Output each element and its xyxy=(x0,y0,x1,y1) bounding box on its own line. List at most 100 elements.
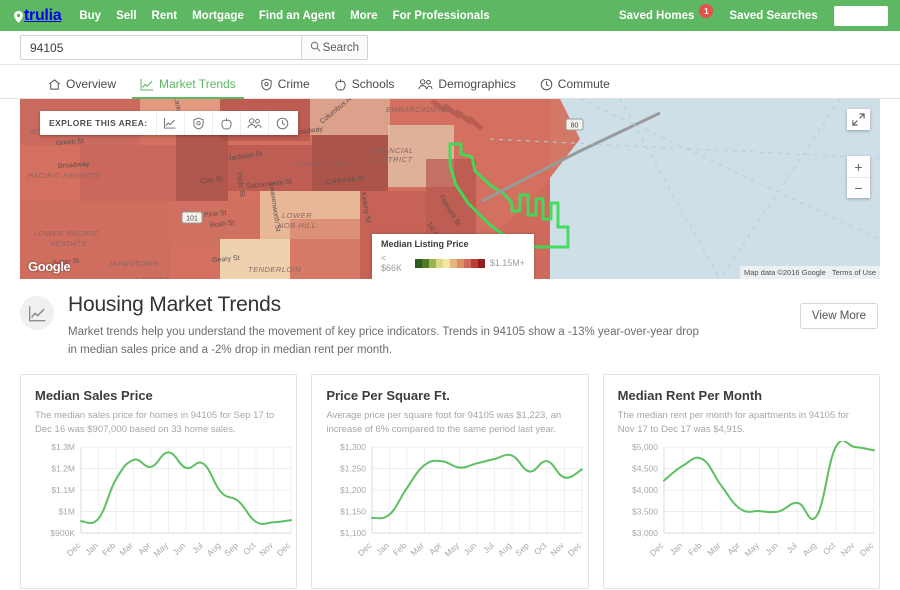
x-axis-tick-label: Sep xyxy=(222,540,240,558)
tab-schools[interactable]: Schools xyxy=(322,77,407,98)
tab-crime-label: Crime xyxy=(277,77,310,91)
map-neighborhood-label: TENDERLOIN xyxy=(248,265,302,274)
nav-link-for-professionals[interactable]: For Professionals xyxy=(393,10,490,22)
explore-demographics-button[interactable] xyxy=(239,111,268,135)
card-description: The median rent per month for apartments… xyxy=(617,409,849,435)
search-input[interactable] xyxy=(21,36,301,59)
x-axis-tick-label: Dec xyxy=(647,540,665,558)
nav-link-find-an-agent[interactable]: Find an Agent xyxy=(259,10,335,22)
chart-line-icon xyxy=(20,296,54,330)
map-neighborhood-label: FINANCIAL xyxy=(370,146,414,155)
y-axis-tick-label: $1,150 xyxy=(340,507,366,517)
y-axis-tick-label: $1,100 xyxy=(340,528,366,538)
x-axis-tick-label: Jun xyxy=(763,540,780,557)
legend-swatch-5 xyxy=(449,258,457,268)
nav-link-rent[interactable]: Rent xyxy=(152,10,178,22)
y-axis-tick-label: $1.1M xyxy=(51,485,75,495)
tab-overview-label: Overview xyxy=(66,77,117,91)
housing-section-body: Housing Market Trends Market trends help… xyxy=(68,293,880,360)
market-trends-map[interactable]: 101 80 Union StGreen StBroadwayBroadwayJ… xyxy=(20,99,880,279)
legend-scale: < $66K $1.15M+ xyxy=(381,253,525,273)
search-button[interactable]: Search xyxy=(300,36,367,59)
legend-swatch-8 xyxy=(470,258,478,268)
x-axis-tick-label: Sep xyxy=(513,540,531,558)
saved-searches-link[interactable]: Saved Searches xyxy=(729,10,817,22)
clock-icon xyxy=(540,78,553,91)
svg-text:101: 101 xyxy=(186,216,198,223)
card-median-rent-per-month: Median Rent Per Month The median rent pe… xyxy=(602,373,880,589)
map-neighborhood-label: CHINATOWN xyxy=(296,159,347,168)
expand-arrows-icon[interactable] xyxy=(847,109,870,130)
nav-link-more[interactable]: More xyxy=(350,10,377,22)
trulia-logo[interactable]: trulia xyxy=(14,6,62,25)
map-zoom-controls: + − xyxy=(847,156,870,198)
x-axis-tick-label: Jun xyxy=(171,540,188,557)
x-axis-tick-label: Apr xyxy=(136,540,153,557)
x-axis-tick-label: Oct xyxy=(241,540,258,557)
tab-schools-label: Schools xyxy=(351,77,395,91)
x-axis-tick-label: Dec xyxy=(356,540,374,558)
map-neighborhood-label: EMBARCADERO xyxy=(386,105,451,114)
tab-commute-label: Commute xyxy=(557,77,610,91)
page-title: Housing Market Trends xyxy=(68,293,281,316)
map-pin-icon xyxy=(14,10,23,23)
y-axis-tick-label: $1,200 xyxy=(340,485,366,495)
tab-crime[interactable]: Crime xyxy=(248,77,322,98)
tab-market-trends-label: Market Trends xyxy=(159,77,236,91)
chart-median-rent-per-month[interactable]: $3,000 $3,500 $4,000 $4,500 $5,000 Dec Jan Feb M… xyxy=(618,441,876,573)
tab-demographics[interactable]: Demographics xyxy=(406,77,527,98)
map-neighborhood-label: DISTRICT xyxy=(374,155,413,164)
view-more-button[interactable]: View More xyxy=(799,303,878,329)
legend-swatch-2 xyxy=(428,258,436,268)
y-axis-tick-label: $1,300 xyxy=(340,442,366,452)
legend-swatch-4 xyxy=(442,258,450,268)
sign-in-button[interactable]: Sign In xyxy=(833,5,888,26)
tab-commute[interactable]: Commute xyxy=(528,77,622,98)
legend-swatch-9 xyxy=(477,258,485,268)
explore-crime-button[interactable] xyxy=(183,111,212,135)
trulia-logo-text: trulia xyxy=(24,6,62,24)
explore-market-trends-button[interactable] xyxy=(155,111,184,135)
section-tabs: Overview Market Trends Crime Schools Dem… xyxy=(0,65,900,99)
market-trend-cards: Median Sales Price The median sales pric… xyxy=(0,360,900,589)
primary-nav-links: Buy Sell Rent Mortgage Find an Agent Mor… xyxy=(79,10,489,22)
chart-data-line xyxy=(662,441,875,520)
map-data-attribution: Map data ©2016 Google xyxy=(743,268,826,277)
x-axis-tick-label: Mar xyxy=(117,540,135,558)
nav-link-buy[interactable]: Buy xyxy=(79,10,101,22)
map-neighborhood-label: HEIGHTS xyxy=(50,239,87,248)
chart-median-sales-price[interactable]: $900K $1M $1.1M $1.2M $1.3M Dec Jan Feb Mar Apr Ma… xyxy=(35,441,293,573)
x-axis-tick-label: May xyxy=(443,540,462,559)
nav-link-sell[interactable]: Sell xyxy=(116,10,136,22)
y-axis-tick-label: $900K xyxy=(50,528,75,538)
zoom-out-button[interactable]: − xyxy=(847,177,870,198)
legend-swatch-1 xyxy=(421,258,429,268)
nav-link-mortgage[interactable]: Mortgage xyxy=(192,10,244,22)
legend-swatch-6 xyxy=(456,258,464,268)
explore-this-area-label: EXPLORE THIS AREA: xyxy=(49,118,148,128)
explore-commute-button[interactable] xyxy=(267,111,296,135)
legend-swatch-7 xyxy=(463,258,471,268)
saved-homes-label[interactable]: Saved Homes xyxy=(619,10,694,22)
x-axis-tick-label: May xyxy=(151,540,170,559)
zoom-in-button[interactable]: + xyxy=(847,156,870,177)
tab-market-trends[interactable]: Market Trends xyxy=(128,77,248,99)
explore-schools-button[interactable] xyxy=(211,111,240,135)
google-logo: Google xyxy=(28,259,71,274)
x-axis-tick-label: Oct xyxy=(532,540,549,557)
map-neighborhood-label: LOWER xyxy=(282,211,313,220)
terms-of-use-link[interactable]: Terms of Use xyxy=(832,268,876,277)
y-axis-tick-label: $3,500 xyxy=(632,507,658,517)
highway-shield-80: 80 xyxy=(565,118,584,131)
x-axis-tick-label: Jun xyxy=(462,540,479,557)
legend-title: Median Listing Price xyxy=(381,239,469,249)
y-axis-tick-label: $1,250 xyxy=(340,464,366,474)
card-description: The median sales price for homes in 9410… xyxy=(35,409,275,435)
housing-market-trends-section: Housing Market Trends Market trends help… xyxy=(0,279,900,360)
x-axis-tick-label: Aug xyxy=(205,540,223,558)
search-box: Search xyxy=(20,35,368,60)
chart-price-per-square-ft[interactable]: $1,100 $1,150 $1,200 $1,250 $1,300 Dec Jan Feb M… xyxy=(326,441,584,573)
saved-homes-link[interactable]: Saved Homes 1 xyxy=(619,3,714,23)
chart-line-icon xyxy=(140,78,154,91)
tab-overview[interactable]: Overview xyxy=(36,77,128,98)
